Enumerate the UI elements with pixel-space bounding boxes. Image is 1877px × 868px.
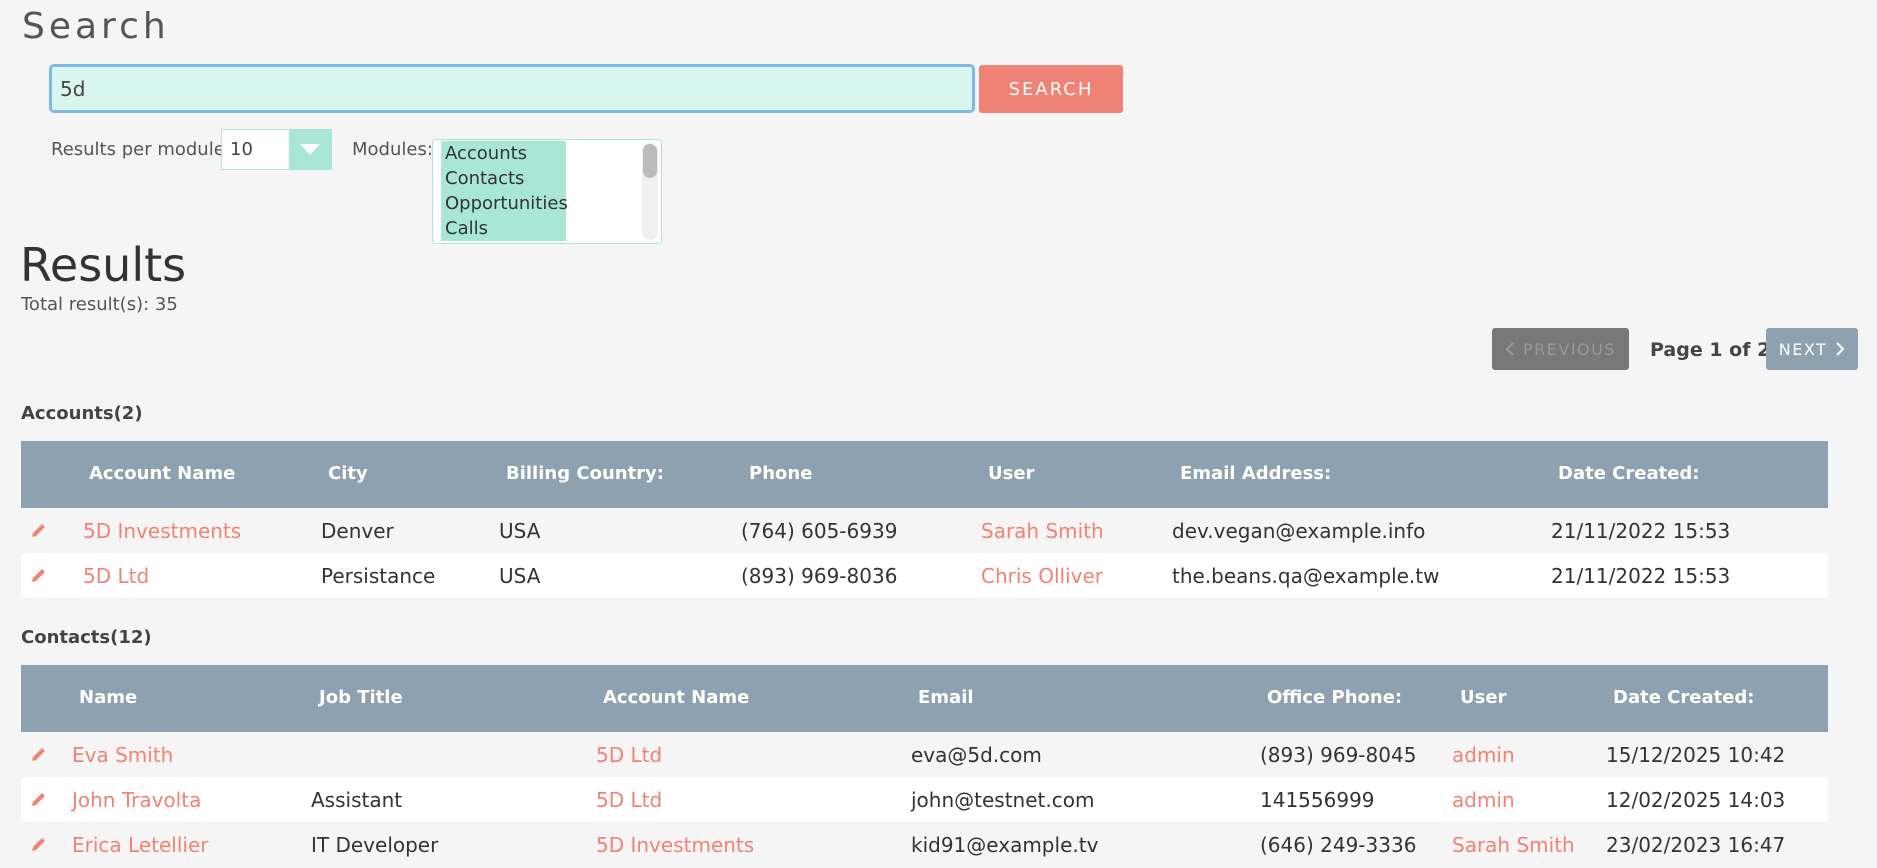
cell-office-phone: (893) 969-8045: [1260, 743, 1417, 767]
col-name[interactable]: Name: [79, 687, 137, 708]
cell-date-created: 15/12/2025 10:42: [1606, 743, 1786, 767]
modules-scrollbar[interactable]: [642, 143, 658, 240]
user-link[interactable]: Sarah Smith: [1452, 833, 1575, 857]
contact-name-link[interactable]: Erica Letellier: [72, 833, 208, 857]
previous-label: PREVIOUS: [1523, 339, 1616, 359]
account-name-link[interactable]: 5D Ltd: [596, 743, 662, 767]
results-title: Results: [20, 238, 187, 292]
table-row: 5D Ltd Persistance USA (893) 969-8036 Ch…: [21, 553, 1828, 598]
cell-city: Denver: [321, 519, 394, 543]
pencil-edit-icon[interactable]: [30, 566, 48, 584]
col-date-created[interactable]: Date Created:: [1558, 463, 1700, 484]
contact-name-link[interactable]: John Travolta: [72, 788, 201, 812]
page-info: Page 1 of 2: [1650, 339, 1771, 361]
total-results: Total result(s): 35: [21, 294, 178, 315]
table-row: Erica Letellier IT Developer 5D Investme…: [21, 822, 1828, 867]
cell-job-title: Assistant: [311, 788, 403, 812]
chevron-right-icon: [1836, 342, 1845, 356]
cell-email: eva@5d.com: [911, 743, 1042, 767]
col-user[interactable]: User: [1460, 687, 1506, 708]
chevron-left-icon: [1505, 342, 1514, 356]
user-link[interactable]: Sarah Smith: [981, 519, 1104, 543]
results-per-module-label: Results per module:: [51, 139, 231, 160]
modules-multiselect[interactable]: Accounts Contacts Opportunities Calls: [432, 139, 662, 244]
cell-job-title: IT Developer: [311, 833, 439, 857]
col-city[interactable]: City: [328, 463, 368, 484]
accounts-section-title: Accounts(2): [21, 403, 143, 424]
module-option-opportunities[interactable]: Opportunities: [441, 191, 568, 216]
col-phone[interactable]: Phone: [749, 463, 812, 484]
cell-date-created: 21/11/2022 15:53: [1551, 519, 1731, 543]
cell-phone: (893) 969-8036: [741, 564, 898, 588]
cell-city: Persistance: [321, 564, 436, 588]
col-user[interactable]: User: [988, 463, 1034, 484]
cell-email: the.beans.qa@example.tw: [1172, 564, 1440, 588]
col-email[interactable]: Email: [918, 687, 974, 708]
search-input[interactable]: [49, 64, 975, 113]
col-account-name[interactable]: Account Name: [603, 687, 749, 708]
user-link[interactable]: Chris Olliver: [981, 564, 1103, 588]
account-name-link[interactable]: 5D Investments: [596, 833, 754, 857]
cell-date-created: 12/02/2025 14:03: [1606, 788, 1786, 812]
module-option-accounts[interactable]: Accounts: [441, 141, 566, 166]
modules-label: Modules:: [352, 139, 433, 160]
next-page-button[interactable]: NEXT: [1766, 328, 1858, 370]
search-page-title: Search: [22, 6, 170, 47]
col-account-name[interactable]: Account Name: [89, 463, 235, 484]
table-row: 5D Investments Denver USA (764) 605-6939…: [21, 508, 1828, 553]
accounts-table: Account Name City Billing Country: Phone…: [21, 441, 1828, 598]
results-per-module-select[interactable]: 10: [221, 129, 332, 170]
col-job-title[interactable]: Job Title: [319, 687, 403, 708]
results-per-module-value: 10: [230, 139, 253, 160]
account-name-link[interactable]: 5D Ltd: [596, 788, 662, 812]
contacts-table-header: Name Job Title Account Name Email Office…: [21, 665, 1828, 732]
cell-date-created: 21/11/2022 15:53: [1551, 564, 1731, 588]
pencil-edit-icon[interactable]: [30, 745, 48, 763]
previous-page-button[interactable]: PREVIOUS: [1492, 328, 1629, 370]
accounts-table-header: Account Name City Billing Country: Phone…: [21, 441, 1828, 508]
cell-email: kid91@example.tv: [911, 833, 1099, 857]
cell-office-phone: (646) 249-3336: [1260, 833, 1417, 857]
modules-scroll-thumb[interactable]: [643, 144, 657, 178]
pencil-edit-icon[interactable]: [30, 521, 48, 539]
cell-email: dev.vegan@example.info: [1172, 519, 1426, 543]
contacts-table: Name Job Title Account Name Email Office…: [21, 665, 1828, 867]
dropdown-arrow-icon[interactable]: [289, 130, 331, 169]
col-date-created[interactable]: Date Created:: [1613, 687, 1755, 708]
pencil-edit-icon[interactable]: [30, 835, 48, 853]
pencil-edit-icon[interactable]: [30, 790, 48, 808]
cell-billing-country: USA: [499, 564, 541, 588]
table-row: John Travolta Assistant 5D Ltd john@test…: [21, 777, 1828, 822]
contact-name-link[interactable]: Eva Smith: [72, 743, 173, 767]
account-name-link[interactable]: 5D Investments: [83, 519, 241, 543]
cell-office-phone: 141556999: [1260, 788, 1375, 812]
col-office-phone[interactable]: Office Phone:: [1267, 687, 1402, 708]
cell-phone: (764) 605-6939: [741, 519, 898, 543]
module-option-contacts[interactable]: Contacts: [441, 166, 566, 191]
module-option-calls[interactable]: Calls: [441, 216, 566, 241]
col-billing-country[interactable]: Billing Country:: [506, 463, 664, 484]
search-button[interactable]: SEARCH: [979, 65, 1123, 113]
next-label: NEXT: [1778, 339, 1828, 359]
user-link[interactable]: admin: [1452, 788, 1515, 812]
contacts-section-title: Contacts(12): [21, 627, 152, 648]
cell-date-created: 23/02/2023 16:47: [1606, 833, 1786, 857]
table-row: Eva Smith 5D Ltd eva@5d.com (893) 969-80…: [21, 732, 1828, 777]
user-link[interactable]: admin: [1452, 743, 1515, 767]
col-email-address[interactable]: Email Address:: [1180, 463, 1331, 484]
cell-billing-country: USA: [499, 519, 541, 543]
cell-email: john@testnet.com: [911, 788, 1095, 812]
account-name-link[interactable]: 5D Ltd: [83, 564, 149, 588]
